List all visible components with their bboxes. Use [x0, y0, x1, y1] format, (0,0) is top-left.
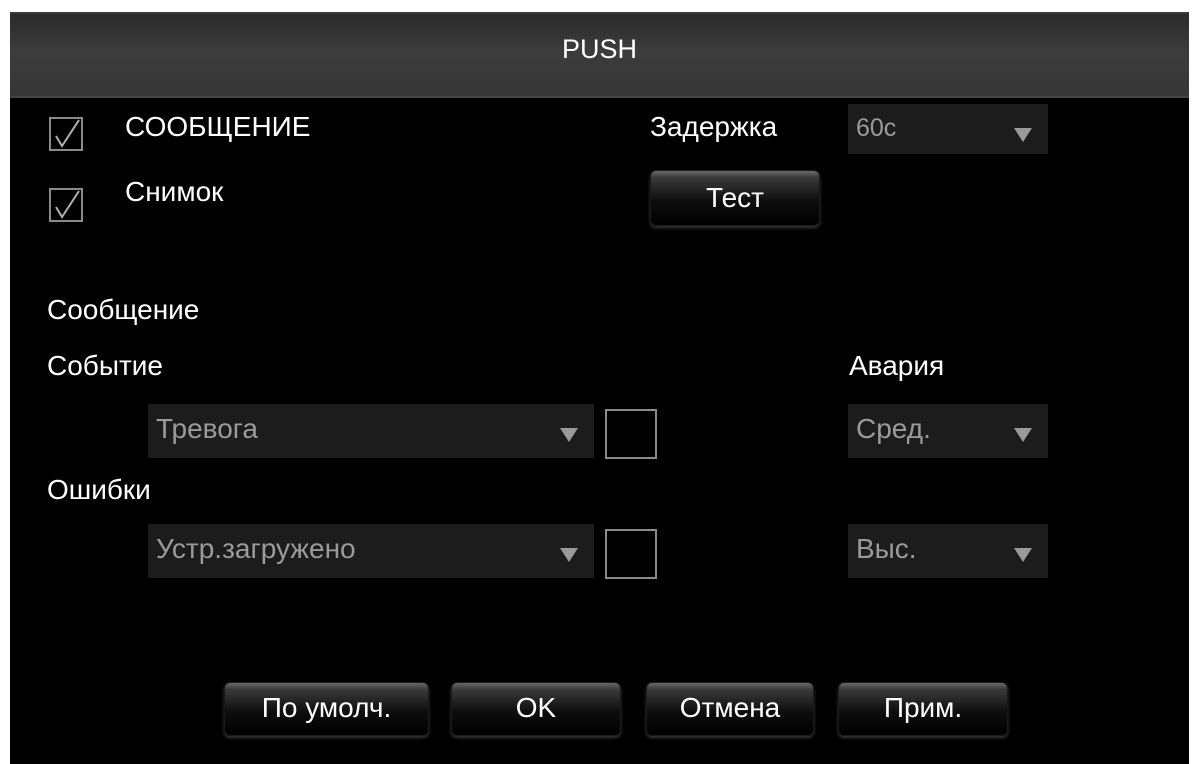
errors-label: Ошибки — [47, 474, 151, 505]
test-button[interactable]: Тест — [650, 170, 820, 226]
delay-select[interactable]: 60c — [848, 104, 1048, 154]
apply-button[interactable]: Прим. — [838, 682, 1008, 736]
error-type-value: Устр.загружено — [156, 533, 356, 564]
delay-label: Задержка — [650, 111, 778, 142]
checkmark-icon — [55, 190, 80, 219]
checkmark-icon — [55, 119, 80, 148]
error-level-value: Выс. — [856, 533, 917, 564]
snapshot-label: Снимок — [125, 176, 224, 207]
section-heading: Сообщение — [47, 294, 200, 325]
error-type-select[interactable]: Устр.загружено — [148, 524, 594, 578]
dropdown-arrow-icon — [560, 428, 578, 442]
dropdown-arrow-icon — [1014, 428, 1032, 442]
error-level-select[interactable]: Выс. — [848, 524, 1048, 578]
delay-value: 60c — [856, 114, 897, 142]
dropdown-arrow-icon — [560, 548, 578, 562]
cancel-button[interactable]: Отмена — [646, 682, 814, 736]
event-type-select[interactable]: Тревога — [148, 404, 594, 458]
message-label: СООБЩЕНИЕ — [125, 111, 311, 142]
dropdown-arrow-icon — [1014, 548, 1032, 562]
event-level-select[interactable]: Сред. — [848, 404, 1048, 458]
message-checkbox[interactable] — [49, 117, 83, 151]
default-button[interactable]: По умолч. — [224, 682, 429, 736]
dialog-title: PUSH — [561, 34, 637, 64]
snapshot-checkbox[interactable] — [49, 188, 83, 222]
error-enable-checkbox[interactable] — [605, 529, 657, 579]
alarm-label: Авария — [849, 350, 945, 381]
push-dialog: PUSH СООБЩЕНИЕ Снимок Задержка 60c Тест … — [10, 12, 1189, 764]
event-level-value: Сред. — [856, 413, 931, 444]
title-bar[interactable]: PUSH — [10, 14, 1189, 98]
dropdown-arrow-icon — [1014, 128, 1032, 142]
event-label: Событие — [47, 350, 163, 381]
ok-button[interactable]: OK — [451, 682, 621, 736]
event-type-value: Тревога — [156, 413, 258, 444]
event-enable-checkbox[interactable] — [605, 409, 657, 459]
